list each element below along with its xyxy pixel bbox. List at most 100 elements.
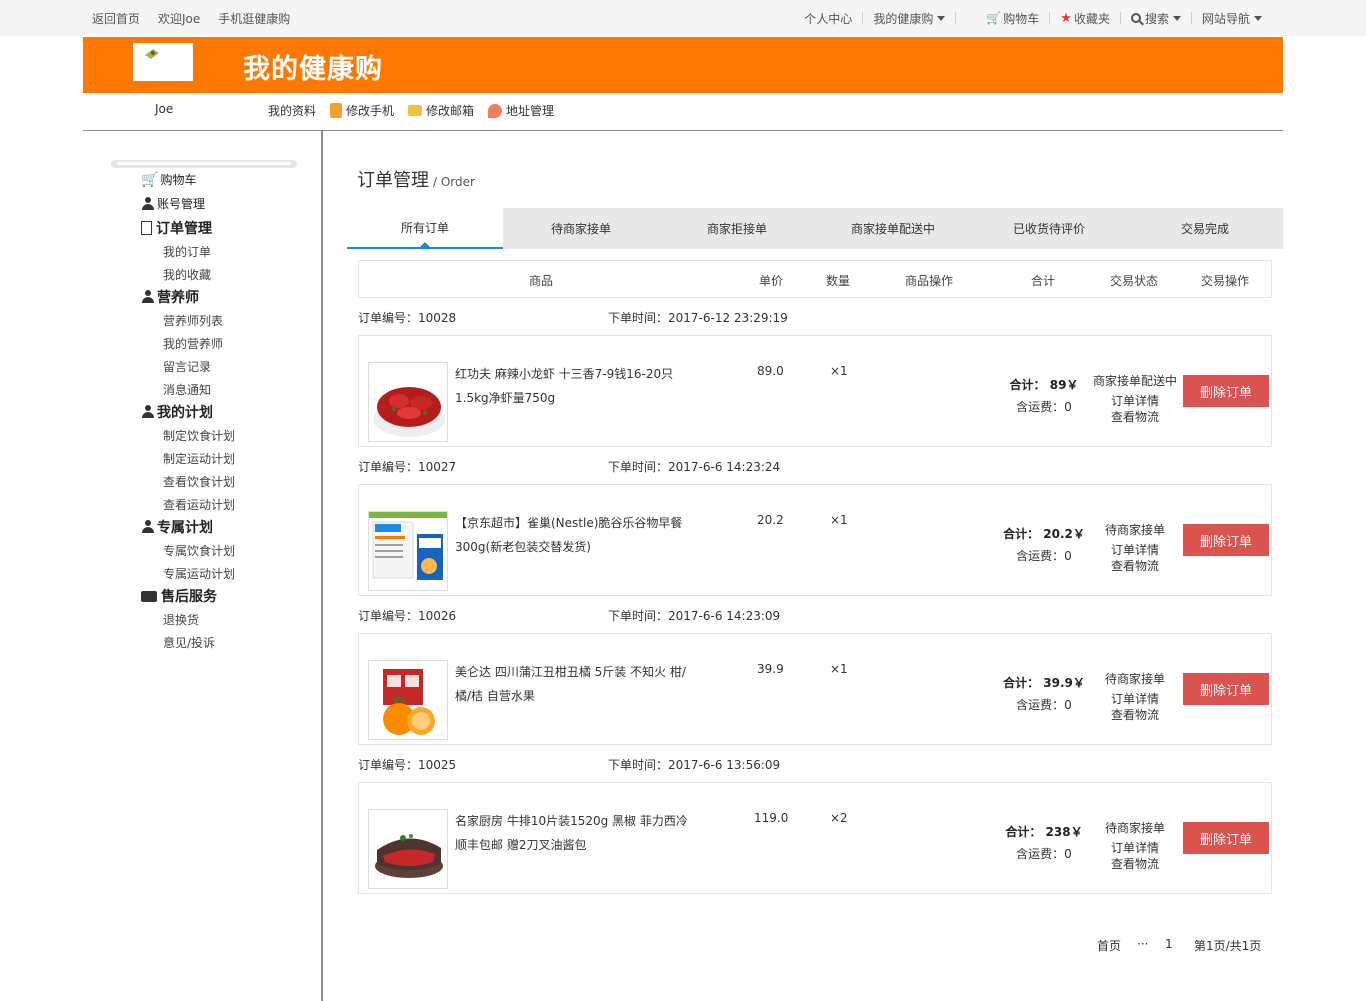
sidebar-item-my-orders[interactable]: 我的订单	[163, 243, 211, 260]
order-number: 订单编号：10027	[358, 460, 457, 474]
quantity: ×2	[830, 811, 848, 825]
mail-icon	[408, 105, 423, 116]
delete-order-button[interactable]: 删除订单	[1183, 524, 1269, 556]
sidebar-item-after-sales[interactable]: 售后服务	[141, 586, 217, 606]
sidebar-item-view-diet[interactable]: 查看饮食计划	[163, 473, 235, 490]
delete-order-button[interactable]: 删除订单	[1183, 673, 1269, 705]
order-total: 合计： 39.9￥	[1003, 676, 1085, 690]
order-row: 【京东超市】雀巢(Nestle)脆谷乐谷物早餐300g(新老包装交替发货) 20…	[358, 484, 1272, 596]
personal-center-link[interactable]: 个人中心	[794, 10, 862, 27]
tab-rejected[interactable]: 商家拒接单	[659, 208, 815, 249]
sidebar-item-nutritionist[interactable]: 营养师	[141, 287, 199, 307]
cart-icon: 🛒	[141, 171, 159, 188]
product-name[interactable]: 名家厨房 牛排10片装1520g 黑椒 菲力西冷 顺丰包邮 赠2刀叉油酱包	[455, 809, 695, 857]
sidebar-rail	[111, 160, 297, 168]
sidebar-item-exclusive-plan[interactable]: 专属计划	[141, 517, 213, 537]
first-page-link[interactable]: 首页	[1097, 937, 1121, 954]
sidebar-item-complaints[interactable]: 意见/投诉	[163, 634, 215, 651]
sidebar-item-returns[interactable]: 退换货	[163, 611, 199, 628]
order-detail-link[interactable]: 订单详情	[1089, 839, 1181, 856]
sidebar-item-my-plan[interactable]: 我的计划	[141, 402, 213, 422]
sidebar-item-exclusive-diet[interactable]: 专属饮食计划	[163, 542, 235, 559]
order-time: 下单时间：2017-6-6 14:23:09	[608, 609, 781, 623]
sidebar-item-cart[interactable]: 🛒 购物车	[141, 171, 196, 188]
ellipsis: ···	[1137, 937, 1149, 951]
sidebar-item-my-nutritionist[interactable]: 我的营养师	[163, 335, 223, 352]
header-total: 合计	[1031, 274, 1056, 288]
cart-link[interactable]: 🛒 购物车	[956, 10, 1049, 27]
order-meta: 订单编号：10027 下单时间：2017-6-6 14:23:24	[358, 458, 780, 475]
order-time: 下单时间：2017-6-12 23:29:19	[608, 311, 788, 325]
order-row: 名家厨房 牛排10片装1520g 黑椒 菲力西冷 顺丰包邮 赠2刀叉油酱包 11…	[358, 782, 1272, 894]
steak-image	[369, 810, 447, 888]
sidebar-item-account[interactable]: 账号管理	[141, 195, 205, 212]
phone-icon	[330, 103, 343, 118]
order-status: 商家接单配送中	[1092, 374, 1177, 388]
crayfish-image	[369, 363, 447, 441]
product-name[interactable]: 红功夫 麻辣小龙虾 十三香7-9钱16-20只 1.5kg净虾量750g	[455, 362, 695, 410]
order-table-header: 商品 单价 数量 商品操作 合计 交易状态 交易操作	[358, 260, 1272, 298]
cereal-box-image	[369, 512, 447, 590]
header-status: 交易状态	[1110, 274, 1159, 288]
brand-title: 我的健康购	[243, 54, 383, 85]
tab-to-review[interactable]: 已收货待评价	[971, 208, 1127, 249]
id-card-icon	[141, 590, 157, 602]
order-total: 合计： 238￥	[1005, 825, 1083, 839]
user-icon	[141, 290, 155, 304]
shipping-fee: 含运费：0	[1016, 847, 1072, 861]
order-detail-link[interactable]: 订单详情	[1089, 541, 1181, 558]
sidebar-item-exercise-plan[interactable]: 制定运动计划	[163, 450, 235, 467]
sidebar-item-view-exercise[interactable]: 查看运动计划	[163, 496, 235, 513]
logistics-link[interactable]: 查看物流	[1089, 706, 1181, 723]
change-email-link[interactable]: 修改邮箱	[408, 102, 474, 119]
page-title-en: / Order	[433, 175, 475, 189]
order-detail-link[interactable]: 订单详情	[1089, 690, 1181, 707]
tab-completed[interactable]: 交易完成	[1127, 208, 1283, 249]
tab-pending[interactable]: 待商家接单	[503, 208, 659, 249]
sidebar-item-diet-plan[interactable]: 制定饮食计划	[163, 427, 235, 444]
product-image[interactable]	[368, 511, 448, 591]
product-name[interactable]: 美仑达 四川蒲江丑柑丑橘 5斤装 不知火 柑/橘/桔 自营水果	[455, 660, 695, 708]
order-row: 红功夫 麻辣小龙虾 十三香7-9钱16-20只 1.5kg净虾量750g 89.…	[358, 335, 1272, 447]
tab-all-orders[interactable]: 所有订单	[347, 208, 503, 249]
cart-icon: 🛒	[986, 11, 1002, 25]
search-menu[interactable]: 搜索	[1121, 10, 1191, 27]
page-number-link[interactable]: 1	[1165, 937, 1173, 951]
unit-price: 20.2	[757, 513, 784, 527]
my-shop-menu[interactable]: 我的健康购	[863, 10, 955, 27]
logo-icon[interactable]	[133, 41, 193, 81]
order-meta: 订单编号：10026 下单时间：2017-6-6 14:23:09	[358, 607, 780, 624]
order-detail-link[interactable]: 订单详情	[1089, 392, 1181, 409]
home-link[interactable]: 返回首页	[92, 10, 140, 27]
delete-order-button[interactable]: 删除订单	[1183, 822, 1269, 854]
sidebar-item-my-favorites[interactable]: 我的收藏	[163, 266, 211, 283]
mobile-link[interactable]: 手机逛健康购	[218, 10, 290, 27]
sidebar-item-exclusive-exercise[interactable]: 专属运动计划	[163, 565, 235, 582]
delete-order-button[interactable]: 删除订单	[1183, 375, 1269, 407]
order-meta: 订单编号：10025 下单时间：2017-6-6 13:56:09	[358, 756, 780, 773]
search-icon	[1130, 13, 1141, 23]
order-meta: 订单编号：10028 下单时间：2017-6-12 23:29:19	[358, 309, 788, 326]
logistics-link[interactable]: 查看物流	[1089, 855, 1181, 872]
username: Joe	[155, 102, 174, 116]
sidebar-item-nutritionist-list[interactable]: 营养师列表	[163, 312, 223, 329]
logistics-link[interactable]: 查看物流	[1089, 557, 1181, 574]
product-image[interactable]	[368, 660, 448, 740]
account-subnav: Joe 我的资料 修改手机 修改邮箱 地址管理	[83, 93, 1283, 131]
my-profile-link[interactable]: 我的资料	[268, 102, 316, 119]
sidebar-item-messages[interactable]: 留言记录	[163, 358, 211, 375]
favorites-link[interactable]: ★ 收藏夹	[1050, 10, 1120, 27]
logistics-link[interactable]: 查看物流	[1089, 408, 1181, 425]
address-link[interactable]: 地址管理	[488, 102, 554, 119]
page-info: 第1页/共1页	[1194, 939, 1262, 953]
product-image[interactable]	[368, 809, 448, 889]
location-icon	[488, 103, 503, 118]
change-phone-link[interactable]: 修改手机	[330, 102, 394, 119]
tab-delivering[interactable]: 商家接单配送中	[815, 208, 971, 249]
site-nav-menu[interactable]: 网站导航	[1192, 10, 1272, 27]
product-name[interactable]: 【京东超市】雀巢(Nestle)脆谷乐谷物早餐300g(新老包装交替发货)	[455, 511, 695, 559]
product-image[interactable]	[368, 362, 448, 442]
sidebar-item-orders[interactable]: 订单管理	[141, 218, 212, 238]
order-time: 下单时间：2017-6-6 13:56:09	[608, 758, 781, 772]
sidebar-item-notifications[interactable]: 消息通知	[163, 381, 211, 398]
